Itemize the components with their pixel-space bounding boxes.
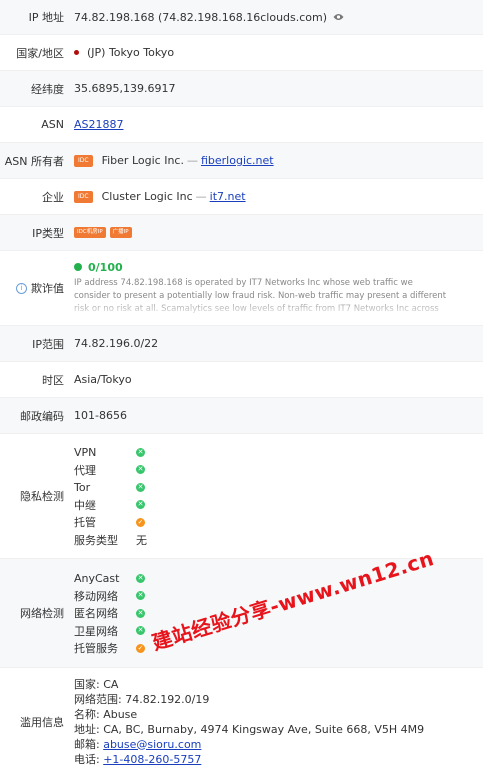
row-privacy: 隐私检测 VPN ✕ 代理 ✕ Tor ✕ 中继 ✕ 托管 ✓ 服务类型无	[0, 434, 483, 559]
check-icon: ✕	[136, 608, 145, 618]
ip-type-tag: 广播IP	[109, 227, 132, 238]
row-label: 滥用信息	[20, 715, 64, 729]
privacy-item: Tor ✕	[74, 480, 145, 494]
row-label: 企业	[42, 190, 64, 204]
idc-badge: IDC	[74, 154, 93, 167]
row-label: 时区	[42, 373, 64, 387]
row-label: ASN	[41, 118, 64, 131]
row-timezone: 时区 Asia/Tokyo	[0, 362, 483, 398]
info-icon: i	[16, 282, 27, 294]
score-indicator	[74, 263, 82, 271]
abuse-name: 名称: Abuse	[74, 707, 138, 721]
row-region: 国家/地区 (JP) Tokyo Tokyo	[0, 35, 483, 71]
privacy-item: 中继 ✕	[74, 498, 145, 512]
separator: —	[195, 190, 207, 203]
row-label: i 欺诈值	[0, 251, 74, 325]
idc-badge: IDC	[74, 190, 93, 203]
company-link[interactable]: it7.net	[210, 190, 246, 203]
asn-owner-name: Fiber Logic Inc.	[101, 154, 184, 167]
row-company: 企业 IDC Cluster Logic Inc — it7.net	[0, 179, 483, 215]
row-label: IP 地址	[28, 11, 64, 24]
row-asn: ASN AS21887	[0, 107, 483, 143]
check-icon: ✕	[136, 482, 145, 492]
row-postal: 邮政编码 101-8656	[0, 398, 483, 434]
timezone-value: Asia/Tokyo	[74, 373, 132, 386]
row-label: 隐私检测	[20, 490, 64, 503]
abuse-address: 地址: CA, BC, Burnaby, 4974 Kingsway Ave, …	[74, 722, 425, 736]
abuse-range: 网络范围: 74.82.192.0/19	[74, 692, 210, 706]
fraud-score: 0/100	[88, 260, 123, 274]
row-label: IP类型	[32, 226, 64, 240]
row-abuse: 滥用信息 国家: CA 网络范围: 74.82.192.0/19 名称: Abu…	[0, 668, 483, 775]
check-icon: ✕	[136, 591, 145, 600]
privacy-item: VPN ✕	[74, 445, 145, 459]
abuse-country: 国家: CA	[74, 677, 119, 691]
abuse-phone-line: 电话: +1-408-260-5757	[74, 752, 202, 766]
ip-type-tag: IDC机房IP	[74, 227, 106, 238]
check-icon: ✕	[136, 465, 145, 475]
abuse-email-line: 邮箱: abuse@sioru.com	[74, 737, 202, 751]
row-label: ASN 所有者	[4, 154, 64, 168]
abuse-phone-link[interactable]: +1-408-260-5757	[103, 753, 201, 766]
region-value: (JP) Tokyo Tokyo	[87, 46, 175, 59]
row-label: 国家/地区	[16, 46, 64, 60]
ip-value: 74.82.198.168 (74.82.198.168.16clouds.co…	[74, 10, 328, 24]
service-type-value: 无	[136, 533, 147, 547]
row-ip-range: IP范围 74.82.196.0/22	[0, 326, 483, 362]
company-name: Cluster Logic Inc	[101, 190, 193, 203]
check-icon: ✕	[136, 447, 145, 457]
postal-value: 101-8656	[74, 409, 127, 422]
row-label: IP范围	[32, 337, 64, 351]
check-icon: ✕	[136, 500, 145, 510]
japan-flag-icon	[74, 50, 79, 55]
privacy-item: 代理 ✕	[74, 463, 145, 477]
row-ip-type: IP类型 IDC机房IP 广播IP	[0, 215, 483, 251]
check-icon: ✕	[136, 626, 145, 635]
warning-icon: ✓	[136, 517, 145, 527]
network-item: 卫星网络 ✕	[74, 624, 145, 638]
check-icon: ✕	[136, 573, 145, 583]
privacy-item: 托管 ✓	[74, 516, 145, 530]
ip-range-value: 74.82.196.0/22	[74, 337, 159, 350]
coords-value: 35.6895,139.6917	[74, 82, 176, 95]
abuse-email-link[interactable]: abuse@sioru.com	[103, 738, 201, 751]
row-ip: IP 地址 74.82.198.168 (74.82.198.168.16clo…	[0, 0, 483, 35]
row-label: 网络检测	[20, 607, 64, 620]
row-label: 经纬度	[31, 82, 64, 96]
warning-icon: ✓	[136, 643, 145, 653]
row-fraud: i 欺诈值 0/100 IP address 74.82.198.168 is …	[0, 251, 483, 326]
row-label: 邮政编码	[20, 409, 64, 423]
fraud-description: IP address 74.82.198.168 is operated by …	[74, 277, 447, 314]
row-asn-owner: ASN 所有者 IDC Fiber Logic Inc. — fiberlogi…	[0, 143, 483, 179]
separator: —	[186, 154, 198, 167]
eye-icon[interactable]	[333, 11, 344, 24]
asn-link[interactable]: AS21887	[74, 118, 124, 131]
fraud-label: 欺诈值	[31, 282, 64, 295]
asn-owner-link[interactable]: fiberlogic.net	[201, 154, 274, 167]
row-coords: 经纬度 35.6895,139.6917	[0, 71, 483, 107]
network-item: 托管服务 ✓	[74, 642, 145, 655]
